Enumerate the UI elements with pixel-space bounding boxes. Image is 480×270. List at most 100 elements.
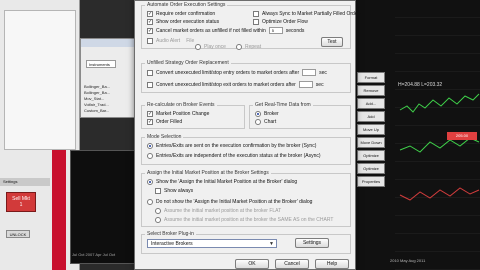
rt-chart-option[interactable]: Chart bbox=[255, 119, 276, 125]
chart-left-axis: Jul Oct 2007 Apr Jul Oct bbox=[72, 252, 116, 257]
mode-async-radio[interactable] bbox=[147, 153, 153, 159]
rt-broker-option[interactable]: Broker bbox=[255, 111, 279, 117]
cancel-market-checkbox[interactable]: ✓ bbox=[147, 27, 153, 34]
market-position-change-label: Market Position Change bbox=[156, 111, 210, 117]
convert-entry-sec-label: sec bbox=[319, 69, 327, 76]
optimize-flow-label: Optimize Order Flow bbox=[262, 19, 308, 25]
always-sync-option[interactable]: Always Sync to Market Partially Filled O… bbox=[253, 11, 362, 17]
move-down-button[interactable]: Move Down bbox=[357, 137, 385, 148]
require-confirmation-option[interactable]: ✓ Require order confirmation bbox=[147, 11, 215, 17]
optimize-button[interactable]: Optimize bbox=[357, 150, 385, 161]
convert-exit-label: Convert unexecuted limit/stop exit order… bbox=[156, 81, 296, 88]
add-button[interactable]: Add bbox=[357, 111, 385, 122]
seconds-label: seconds bbox=[285, 27, 305, 34]
show-assign-option[interactable]: Show the 'Assign the Initial Market Posi… bbox=[147, 179, 297, 185]
instruments-list: Bollinger_Ba... Bollinger_Ba... Mov_Stat… bbox=[84, 84, 136, 114]
price-marker: 205.00 bbox=[447, 132, 477, 140]
mode-group-title: Mode Selection bbox=[145, 134, 184, 140]
assume-same-label: Assume the initial market position at th… bbox=[164, 217, 334, 223]
convert-entry-label: Convert unexecuted limit/stop entry orde… bbox=[156, 69, 300, 76]
cancel-seconds-input[interactable]: 5 bbox=[268, 27, 283, 34]
show-assign-label: Show the 'Assign the Initial Market Posi… bbox=[156, 179, 298, 185]
assume-flat-radio[interactable] bbox=[155, 208, 161, 214]
convert-entry-checkbox[interactable] bbox=[147, 69, 153, 76]
sell-market-button[interactable]: Sell Mkt 1 bbox=[6, 192, 36, 212]
assume-flat-label: Assume the initial market position at th… bbox=[164, 208, 282, 214]
properties-button[interactable]: Properties bbox=[357, 176, 385, 187]
show-always-label: Show always bbox=[164, 188, 194, 194]
play-once-radio[interactable] bbox=[195, 44, 201, 50]
assume-same-radio[interactable] bbox=[155, 217, 161, 223]
plugin-group-title: Select Broker Plug-in bbox=[145, 231, 196, 237]
mode-sync-radio[interactable] bbox=[147, 143, 153, 149]
broker-settings-button[interactable]: Settings bbox=[295, 238, 329, 248]
cancel-market-option[interactable]: ✓ Cancel market orders as unfilled if no… bbox=[147, 27, 304, 34]
move-up-button[interactable]: Move Up bbox=[357, 124, 385, 135]
show-assign-radio[interactable] bbox=[147, 179, 153, 185]
recalc-group bbox=[141, 105, 245, 129]
assign-group-title: Assign the Initial Market Position at th… bbox=[145, 170, 271, 176]
audio-alert-option[interactable]: Audio Alert File bbox=[147, 38, 194, 44]
chevron-down-icon: ▼ bbox=[269, 241, 274, 247]
optimize-flow-checkbox[interactable] bbox=[253, 19, 259, 25]
repeat-radio[interactable] bbox=[235, 44, 242, 50]
require-confirmation-checkbox[interactable]: ✓ bbox=[147, 11, 153, 17]
unfilled-group-title: Unfilled Strategy Order Replacement bbox=[145, 60, 231, 66]
convert-entry-input[interactable] bbox=[302, 69, 317, 76]
do-not-show-radio[interactable] bbox=[147, 199, 153, 205]
convert-exit-option[interactable]: Convert unexecuted limit/stop exit order… bbox=[147, 81, 324, 88]
unfilled-group bbox=[141, 63, 351, 93]
sell-quantity: 1 bbox=[19, 202, 23, 208]
optimize-flow-option[interactable]: Optimize Order Flow bbox=[253, 19, 308, 25]
require-confirmation-label: Require order confirmation bbox=[156, 11, 216, 17]
order-filled-checkbox[interactable]: ✓ bbox=[147, 119, 153, 125]
always-sync-checkbox[interactable] bbox=[253, 11, 259, 17]
unlock-button[interactable]: UNLOCK bbox=[6, 230, 30, 238]
order-filled-option[interactable]: ✓ Order Filled bbox=[147, 119, 182, 125]
do-not-show-label: Do not show the 'Assign the Initial Mark… bbox=[156, 199, 313, 205]
recalc-group-title: Re-calculate on Broker Events bbox=[145, 102, 217, 108]
optimize-button-2[interactable]: Optimize bbox=[357, 163, 385, 174]
tab-instruments[interactable]: Instruments bbox=[86, 60, 116, 68]
rt-broker-label: Broker bbox=[264, 111, 279, 117]
list-item[interactable]: Custom_Bar... bbox=[84, 108, 136, 114]
always-sync-label: Always Sync to Market Partially Filled O… bbox=[262, 11, 362, 17]
assume-flat-option[interactable]: Assume the initial market position at th… bbox=[155, 208, 281, 214]
cancel-button[interactable]: Cancel bbox=[275, 259, 309, 269]
ok-button[interactable]: OK bbox=[235, 259, 269, 269]
assume-same-option[interactable]: Assume the initial market position at th… bbox=[155, 217, 333, 223]
test-button[interactable]: Test bbox=[321, 37, 343, 47]
broker-select[interactable]: Interactive Brokers ▼ bbox=[147, 239, 277, 248]
realtime-group bbox=[249, 105, 351, 129]
do-not-show-option[interactable]: Do not show the 'Assign the Initial Mark… bbox=[147, 199, 312, 205]
remove-button[interactable]: Remove bbox=[357, 85, 385, 96]
rt-broker-radio[interactable] bbox=[255, 111, 261, 117]
order-filled-label: Order Filled bbox=[156, 119, 183, 125]
settings-header: Settings bbox=[0, 178, 50, 186]
audio-alert-checkbox[interactable] bbox=[147, 38, 153, 44]
show-status-option[interactable]: ✓ Show order execution status bbox=[147, 19, 219, 25]
show-status-checkbox[interactable]: ✓ bbox=[147, 19, 153, 25]
side-button-column: Format Remove Add... Add Move Up Move Do… bbox=[357, 72, 385, 189]
format-button[interactable]: Format bbox=[357, 72, 385, 83]
convert-exit-sec-label: sec bbox=[315, 81, 324, 88]
add-more-button[interactable]: Add... bbox=[357, 98, 385, 109]
convert-exit-input[interactable] bbox=[298, 81, 313, 88]
repeat-label: Repeat bbox=[244, 44, 262, 50]
help-button[interactable]: Help bbox=[315, 259, 349, 269]
show-always-checkbox[interactable] bbox=[155, 188, 161, 194]
market-position-change-checkbox[interactable]: ✓ bbox=[147, 111, 153, 117]
mode-sync-option[interactable]: Entries/Exits are sent on the execution … bbox=[147, 143, 316, 149]
convert-entry-option[interactable]: Convert unexecuted limit/stop entry orde… bbox=[147, 69, 327, 76]
rt-chart-radio[interactable] bbox=[255, 119, 261, 125]
play-once-label: Play once bbox=[204, 44, 226, 50]
market-position-change-option[interactable]: ✓ Market Position Change bbox=[147, 111, 209, 117]
auto-exec-group-title: Automate Order Execution Settings bbox=[145, 2, 228, 8]
show-always-option[interactable]: Show always bbox=[155, 188, 193, 194]
convert-exit-checkbox[interactable] bbox=[147, 81, 153, 88]
mode-async-option[interactable]: Entries/Exits are independent of the exe… bbox=[147, 153, 321, 159]
chart-right-axis: 2010 May Aug 2011 bbox=[390, 258, 426, 263]
strategy-properties-dialog: Automate Order Execution Settings ✓ Requ… bbox=[134, 0, 362, 270]
show-status-label: Show order execution status bbox=[156, 19, 220, 25]
chart-left[interactable] bbox=[70, 150, 140, 264]
